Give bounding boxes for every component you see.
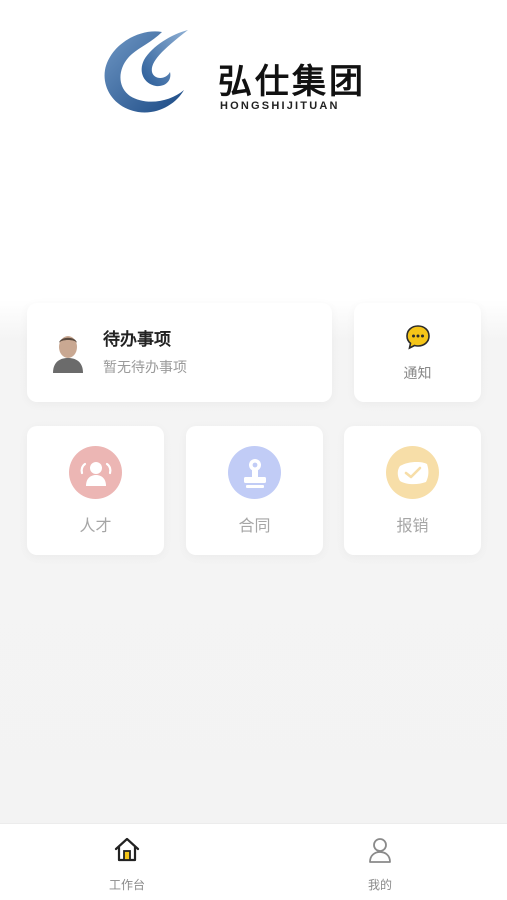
todo-card[interactable]: 待办事项 暂无待办事项 (27, 303, 332, 402)
home-icon (114, 837, 140, 862)
notice-label: 通知 (403, 366, 432, 382)
chat-bubble-icon (406, 325, 430, 350)
tile-reimbursement-label: 报销 (396, 516, 429, 535)
people-icon (69, 446, 122, 499)
notice-card[interactable]: 通知 (354, 303, 481, 402)
swirl-logo-icon (104, 30, 188, 113)
todo-title: 待办事项 (103, 330, 171, 350)
person-icon (369, 838, 391, 863)
todo-subtitle: 暂无待办事项 (103, 360, 187, 376)
tile-contract-label: 合同 (238, 516, 271, 535)
brand-name-en: HONGSHIJITUAN (220, 100, 340, 112)
tile-contract[interactable]: 合同 (186, 426, 323, 555)
stamp-icon (228, 446, 281, 499)
user-avatar-icon (53, 336, 83, 373)
tab-workbench[interactable]: 工作台 (67, 824, 187, 900)
brand-name-cn: 弘仕集团 (218, 62, 366, 102)
tab-mine[interactable]: 我的 (320, 824, 440, 900)
tile-reimbursement[interactable]: 报销 (344, 426, 481, 555)
tile-talent[interactable]: 人才 (27, 426, 164, 555)
tab-workbench-label: 工作台 (108, 878, 145, 892)
app-screen: 弘仕集团 HONGSHIJITUAN 待办事项 暂无待办事项 通知 人才 合同 … (0, 0, 507, 900)
tile-talent-label: 人才 (79, 516, 112, 535)
ticket-check-icon (386, 446, 439, 499)
bottom-tab-bar: 工作台 我的 (0, 823, 507, 900)
tab-mine-label: 我的 (367, 878, 392, 892)
brand-logo: 弘仕集团 HONGSHIJITUAN (100, 26, 400, 121)
